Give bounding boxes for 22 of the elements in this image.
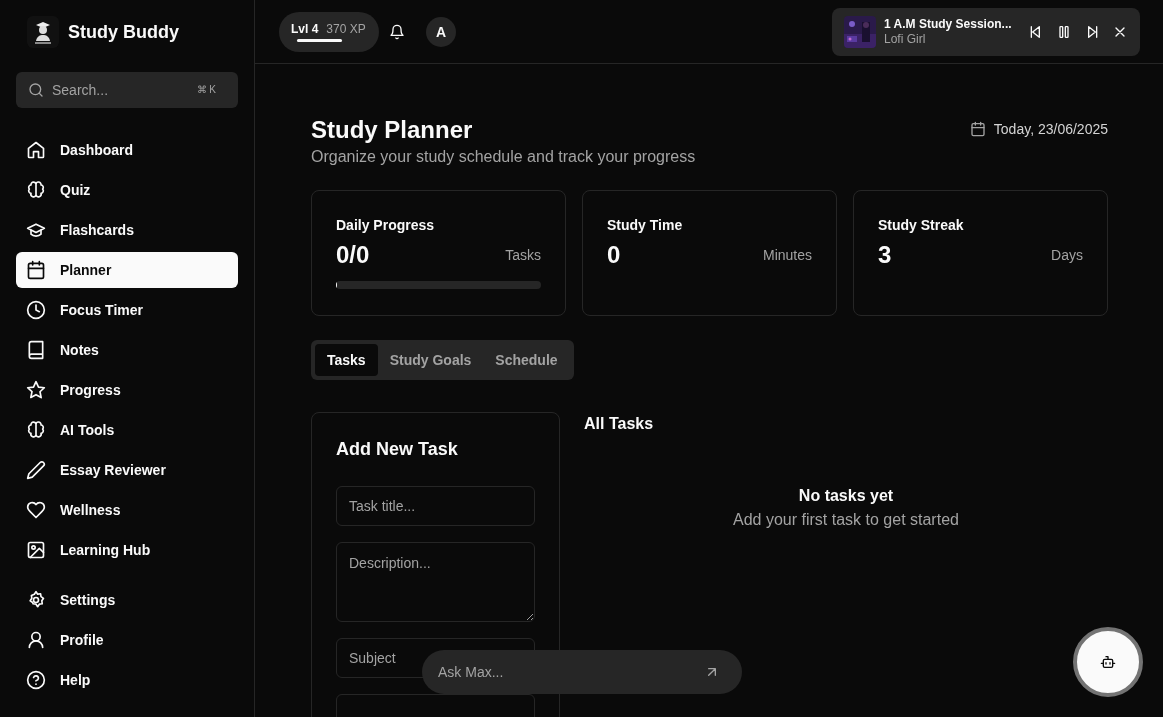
level-label: Lvl 4 (291, 21, 319, 36)
track-title: 1 A.M Study Session... (884, 16, 1012, 32)
section-title: All Tasks (584, 415, 655, 433)
track-artist: Lofi Girl (884, 32, 927, 47)
app-name: Study Buddy (68, 21, 179, 43)
stat-value: 0/0 (336, 241, 370, 269)
stat-value: 0 (607, 241, 621, 269)
empty-title: No tasks yet (798, 487, 894, 505)
stat-title: Study Streak (878, 217, 965, 233)
page-subtitle: Organize your study schedule and track your progress (311, 148, 696, 166)
stat-title: Daily Progress (336, 217, 436, 233)
xp-count: 370 XP (326, 21, 366, 36)
empty-text: Add your first task to get started (733, 511, 959, 529)
shortcut-hint: ⌘ K (196, 84, 216, 96)
stat-value: 3 (878, 241, 892, 269)
stat-unit: Minutes (762, 247, 812, 263)
stat-unit: Days (1051, 247, 1083, 263)
stat-title: Study Time (607, 217, 684, 233)
stat-unit: Tasks (505, 247, 541, 263)
card-title: Add New Task (336, 439, 459, 460)
page-title: Study Planner (311, 116, 474, 144)
date-label: Today, 23/06/2025 (993, 121, 1108, 137)
